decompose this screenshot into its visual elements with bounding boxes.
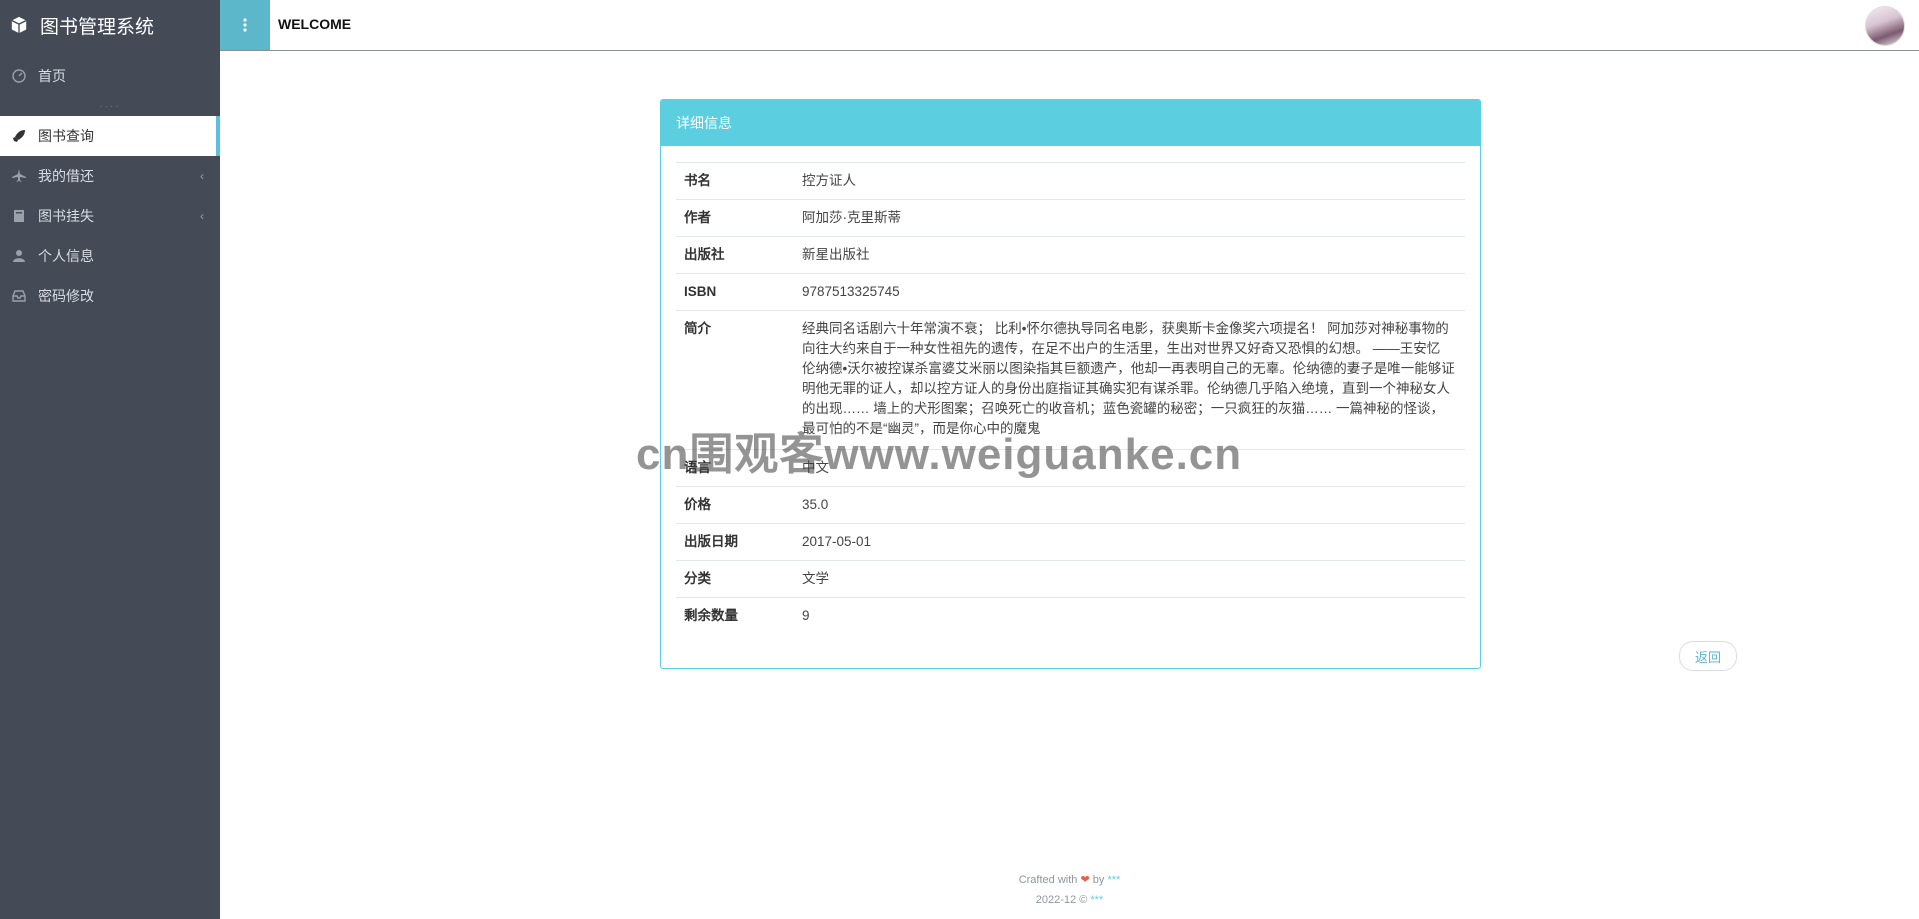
- footer-author-link[interactable]: ***: [1107, 874, 1120, 886]
- table-row: 书名 控方证人: [676, 162, 1465, 200]
- table-row: 剩余数量 9: [676, 597, 1465, 634]
- field-value: 2017-05-01: [794, 523, 1465, 561]
- footer-by: by: [1092, 874, 1105, 886]
- detail-table: 书名 控方证人 作者 阿加莎·克里斯蒂 出版社 新星出版社 ISBN 97875…: [676, 162, 1465, 634]
- avatar[interactable]: [1865, 6, 1905, 46]
- field-label: 价格: [676, 486, 794, 524]
- sidebar-item-label: 密码修改: [38, 288, 94, 304]
- field-label: 语言: [676, 449, 794, 487]
- back-button[interactable]: 返回: [1679, 641, 1737, 671]
- field-value: 阿加莎·克里斯蒂: [794, 199, 1465, 237]
- sidebar-item-label: 图书查询: [38, 128, 94, 144]
- topbar: WELCOME: [220, 0, 1919, 51]
- field-value: 文学: [794, 560, 1465, 598]
- field-value: 9787513325745: [794, 273, 1465, 311]
- field-label: 书名: [676, 162, 794, 200]
- sidebar-item-my-borrow[interactable]: 我的借还 ‹: [0, 156, 220, 196]
- table-row: 分类 文学: [676, 560, 1465, 598]
- field-label: 简介: [676, 310, 794, 450]
- nav-separator: ····: [99, 100, 121, 112]
- field-label: 分类: [676, 560, 794, 598]
- detail-panel: 详细信息 书名 控方证人 作者 阿加莎·克里斯蒂 出版社 新星出版社 ISBN …: [660, 99, 1481, 669]
- sidebar-item-book-search[interactable]: 图书查询: [0, 116, 220, 156]
- field-value: 中文: [794, 449, 1465, 487]
- field-label: 作者: [676, 199, 794, 237]
- footer-crafted-prefix: Crafted with: [1018, 874, 1078, 886]
- rocket-icon: [12, 129, 26, 143]
- menu-toggle-button[interactable]: [220, 0, 270, 50]
- footer-owner-link[interactable]: ***: [1090, 894, 1103, 906]
- footer-crafted: Crafted with ❤ by ***: [220, 873, 1919, 886]
- field-value: 经典同名话剧六十年常演不衰； 比利•怀尔德执导同名电影，获奥斯卡金像奖六项提名！…: [794, 310, 1465, 450]
- sidebar: 图书管理系统 首页 ···· 图书查询 我的借还 ‹ 图书挂失 ‹ 个人信息 密…: [0, 0, 220, 919]
- sidebar-item-profile[interactable]: 个人信息: [0, 236, 220, 276]
- welcome-text: WELCOME: [278, 16, 352, 32]
- sidebar-item-book-lost[interactable]: 图书挂失 ‹: [0, 196, 220, 236]
- field-label: 出版社: [676, 236, 794, 274]
- field-value: 9: [794, 597, 1465, 634]
- dashboard-icon: [12, 69, 26, 83]
- sidebar-item-label: 个人信息: [38, 248, 94, 264]
- field-label: 出版日期: [676, 523, 794, 561]
- chevron-left-icon: ‹: [200, 169, 204, 183]
- field-label: ISBN: [676, 273, 794, 311]
- table-row: 价格 35.0: [676, 486, 1465, 524]
- field-value: 新星出版社: [794, 236, 1465, 274]
- footer-copyright-prefix: 2022-12 ©: [1035, 894, 1088, 906]
- field-label: 剩余数量: [676, 597, 794, 634]
- book-icon: [12, 209, 26, 223]
- vertical-dots-icon: [243, 18, 247, 32]
- table-row: 出版社 新星出版社: [676, 236, 1465, 274]
- sidebar-item-password[interactable]: 密码修改: [0, 276, 220, 316]
- user-icon: [12, 249, 26, 263]
- sidebar-item-label: 我的借还: [38, 168, 94, 184]
- inbox-icon: [12, 289, 26, 303]
- table-row: ISBN 9787513325745: [676, 273, 1465, 311]
- chevron-left-icon: ‹: [200, 209, 204, 223]
- heart-icon: ❤: [1080, 874, 1090, 886]
- sidebar-item-home[interactable]: 首页: [0, 56, 220, 96]
- table-row: 语言 中文: [676, 449, 1465, 487]
- app-title: 图书管理系统: [40, 16, 155, 38]
- field-value: 控方证人: [794, 162, 1465, 200]
- table-row: 简介 经典同名话剧六十年常演不衰； 比利•怀尔德执导同名电影，获奥斯卡金像奖六项…: [676, 310, 1465, 450]
- brand[interactable]: 图书管理系统: [0, 0, 220, 50]
- table-row: 作者 阿加莎·克里斯蒂: [676, 199, 1465, 237]
- sidebar-item-label: 图书挂失: [38, 208, 94, 224]
- panel-title: 详细信息: [661, 100, 1480, 146]
- plane-icon: [12, 169, 26, 183]
- table-row: 出版日期 2017-05-01: [676, 523, 1465, 561]
- footer-copyright: 2022-12 © ***: [220, 894, 1919, 906]
- sidebar-item-label: 首页: [38, 68, 66, 84]
- cube-icon: [11, 16, 27, 34]
- field-value: 35.0: [794, 486, 1465, 524]
